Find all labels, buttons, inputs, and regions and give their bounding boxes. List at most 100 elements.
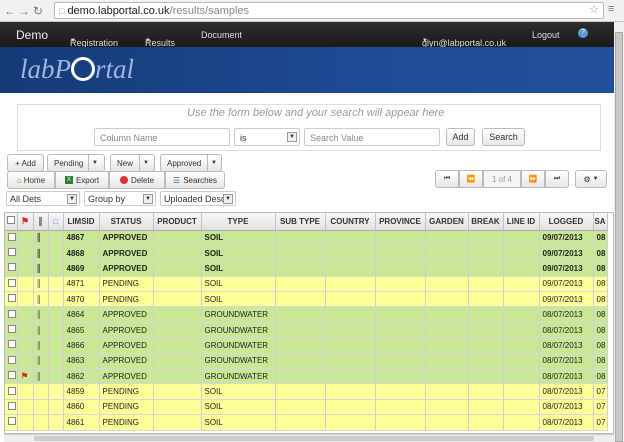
back-icon[interactable]: ← bbox=[3, 4, 17, 18]
flag-cell[interactable] bbox=[17, 306, 34, 323]
table-row[interactable]: ∥ 4868 APPROVED SOIL 09/07/2013 08 bbox=[5, 245, 608, 262]
attachment-cell[interactable] bbox=[33, 399, 49, 416]
comment-cell[interactable] bbox=[48, 260, 64, 277]
column-header[interactable]: SUB TYPE bbox=[275, 213, 326, 231]
table-row[interactable]: ∥ 4867 APPROVED SOIL 09/07/2013 08 bbox=[5, 230, 608, 246]
limsid-cell[interactable]: 4860 bbox=[63, 399, 100, 416]
bookmark-star-icon[interactable]: ☆ bbox=[589, 3, 599, 16]
attachment-cell[interactable] bbox=[33, 383, 49, 400]
column-header[interactable]: TYPE bbox=[201, 213, 276, 231]
comment-cell[interactable] bbox=[48, 245, 64, 262]
column-header[interactable]: BREAK bbox=[468, 213, 504, 231]
delete-button[interactable]: Delete bbox=[109, 171, 165, 189]
row-checkbox[interactable] bbox=[5, 245, 18, 262]
comment-cell[interactable] bbox=[48, 230, 64, 246]
flag-column-header[interactable]: ⚑ bbox=[17, 213, 34, 231]
attachment-cell[interactable]: ∥ bbox=[33, 306, 49, 323]
row-checkbox[interactable] bbox=[5, 399, 18, 416]
attachment-cell[interactable]: ∥ bbox=[33, 322, 49, 339]
row-checkbox[interactable] bbox=[5, 353, 18, 370]
column-header[interactable]: LIMSID bbox=[63, 213, 100, 231]
row-checkbox[interactable] bbox=[5, 291, 18, 308]
vertical-scrollbar[interactable] bbox=[614, 22, 624, 442]
table-row[interactable]: ∥ 4869 APPROVED SOIL 09/07/2013 08 bbox=[5, 260, 608, 277]
row-checkbox[interactable] bbox=[5, 260, 18, 277]
attachment-cell[interactable]: ∥ bbox=[33, 337, 49, 354]
table-row[interactable]: ∥ 4864 APPROVED GROUNDWATER 08/07/2013 08 bbox=[5, 306, 608, 323]
attachment-cell[interactable]: ∥ bbox=[33, 260, 49, 277]
table-row[interactable]: ∥ 4871 PENDING SOIL 09/07/2013 08 bbox=[5, 276, 608, 293]
limsid-cell[interactable]: 4862 bbox=[63, 368, 100, 385]
attachment-cell[interactable]: ∥ bbox=[33, 245, 49, 262]
group-by-select[interactable]: Group by ▼ bbox=[84, 191, 156, 206]
flag-cell[interactable] bbox=[17, 414, 34, 431]
flag-cell[interactable] bbox=[17, 337, 34, 354]
search-button[interactable]: Search bbox=[482, 128, 525, 146]
limsid-cell[interactable]: 4865 bbox=[63, 322, 100, 339]
table-row[interactable]: ⚑ ∥ 4862 APPROVED GROUNDWATER 08/07/2013 08 bbox=[5, 368, 608, 385]
new-button[interactable]: New ▼ bbox=[110, 154, 155, 172]
select-all-checkbox[interactable] bbox=[5, 213, 18, 231]
table-row[interactable]: ∥ 4870 PENDING SOIL 09/07/2013 08 bbox=[5, 291, 608, 308]
comment-cell[interactable] bbox=[48, 414, 64, 431]
flag-cell[interactable] bbox=[17, 353, 34, 370]
flag-cell[interactable] bbox=[17, 399, 34, 416]
comment-cell[interactable] bbox=[48, 399, 64, 416]
row-checkbox[interactable] bbox=[5, 383, 18, 400]
table-row[interactable]: 4860 PENDING SOIL 08/07/2013 07 bbox=[5, 399, 608, 416]
limsid-cell[interactable]: 4861 bbox=[63, 414, 100, 431]
column-header[interactable]: COUNTRY bbox=[325, 213, 376, 231]
table-row[interactable]: 4861 PENDING SOIL 08/07/2013 07 bbox=[5, 414, 608, 431]
comment-cell[interactable] bbox=[48, 383, 64, 400]
table-row[interactable]: ∥ 4865 APPROVED GROUNDWATER 08/07/2013 08 bbox=[5, 322, 608, 339]
row-checkbox[interactable] bbox=[5, 306, 18, 323]
scroll-thumb[interactable] bbox=[615, 32, 623, 442]
limsid-cell[interactable]: 4871 bbox=[63, 276, 100, 293]
horizontal-scrollbar[interactable] bbox=[4, 434, 614, 442]
searches-button[interactable]: ☰ Searches bbox=[165, 171, 225, 189]
flag-cell[interactable] bbox=[17, 322, 34, 339]
comment-cell[interactable] bbox=[48, 306, 64, 323]
limsid-cell[interactable]: 4868 bbox=[63, 245, 100, 262]
attachment-cell[interactable]: ∥ bbox=[33, 368, 49, 385]
comment-cell[interactable] bbox=[48, 337, 64, 354]
comment-cell[interactable] bbox=[48, 276, 64, 293]
comment-cell[interactable] bbox=[48, 291, 64, 308]
flag-cell[interactable] bbox=[17, 230, 34, 246]
attachment-column-header[interactable]: ∥ bbox=[33, 213, 49, 231]
limsid-cell[interactable]: 4866 bbox=[63, 337, 100, 354]
search-value-input[interactable]: Search Value bbox=[304, 128, 440, 146]
column-header[interactable]: PROVINCE bbox=[375, 213, 426, 231]
limsid-cell[interactable]: 4864 bbox=[63, 306, 100, 323]
column-header[interactable]: PRODUCT bbox=[153, 213, 202, 231]
attachment-cell[interactable] bbox=[33, 414, 49, 431]
attachment-cell[interactable]: ∥ bbox=[33, 230, 49, 246]
row-checkbox[interactable] bbox=[5, 337, 18, 354]
attachment-cell[interactable]: ∥ bbox=[33, 353, 49, 370]
table-row[interactable]: ∥ 4866 APPROVED GROUNDWATER 08/07/2013 08 bbox=[5, 337, 608, 354]
table-row[interactable]: ∥ 4863 APPROVED GROUNDWATER 08/07/2013 08 bbox=[5, 353, 608, 370]
last-page-button[interactable]: ⏭ bbox=[545, 170, 569, 188]
help-icon[interactable]: ? bbox=[578, 28, 588, 38]
reload-icon[interactable]: ↻ bbox=[31, 4, 45, 18]
limsid-cell[interactable]: 4863 bbox=[63, 353, 100, 370]
next-page-button[interactable]: ⏩ bbox=[521, 170, 545, 188]
table-row[interactable]: 4859 PENDING SOIL 08/07/2013 07 bbox=[5, 383, 608, 400]
pending-button[interactable]: Pending ▼ bbox=[47, 154, 105, 172]
limsid-cell[interactable]: 4869 bbox=[63, 260, 100, 277]
logout-link[interactable]: Logout bbox=[532, 30, 560, 40]
flag-cell[interactable] bbox=[17, 383, 34, 400]
limsid-cell[interactable]: 4859 bbox=[63, 383, 100, 400]
comment-cell[interactable] bbox=[48, 322, 64, 339]
operator-select[interactable]: is ▼ bbox=[234, 128, 300, 146]
column-header[interactable]: SA bbox=[593, 213, 608, 231]
settings-button[interactable]: ⚙ ▼ bbox=[575, 170, 607, 188]
export-button[interactable]: X Export bbox=[55, 171, 109, 189]
add-criteria-button[interactable]: Add bbox=[446, 128, 475, 146]
document-link[interactable]: Document bbox=[201, 30, 242, 40]
attachment-cell[interactable]: ∥ bbox=[33, 276, 49, 293]
flag-cell[interactable]: ⚑ bbox=[17, 368, 34, 385]
first-page-button[interactable]: ⏮ bbox=[435, 170, 459, 188]
flag-cell[interactable] bbox=[17, 245, 34, 262]
prev-page-button[interactable]: ⏪ bbox=[459, 170, 483, 188]
